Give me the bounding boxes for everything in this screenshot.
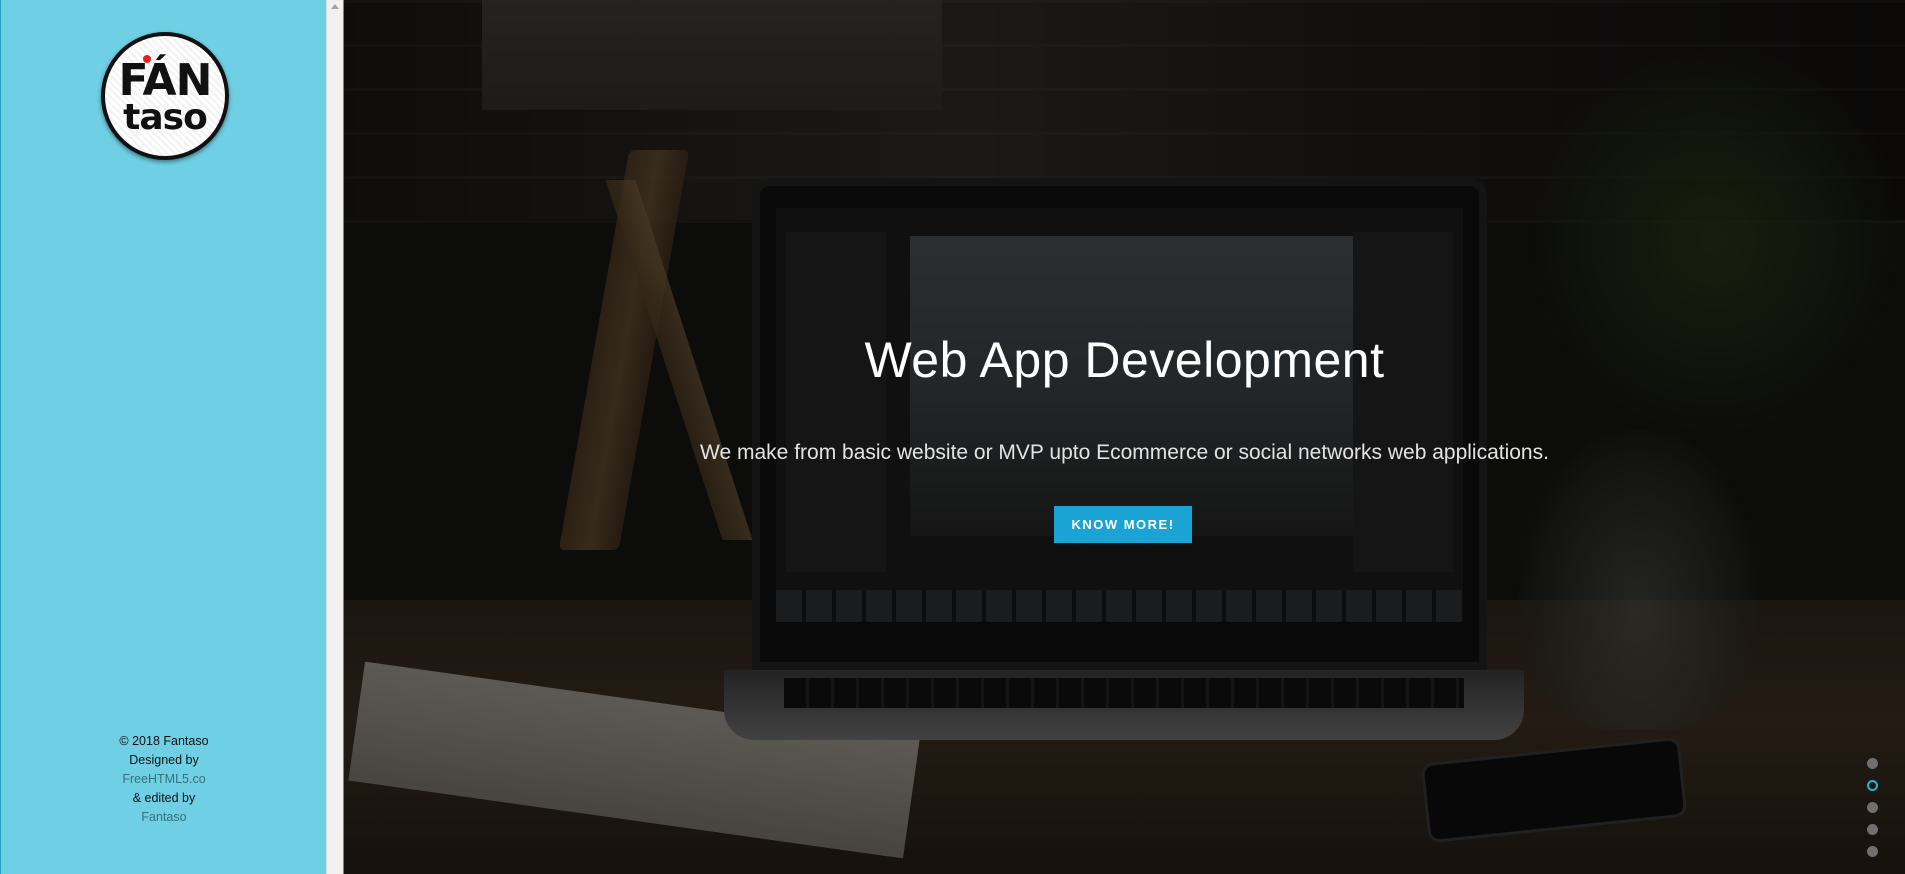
logo-top-label: FÁN xyxy=(118,55,213,106)
hero-dark-overlay xyxy=(344,0,1905,874)
slide-dot-3[interactable] xyxy=(1867,802,1878,813)
slider-pagination xyxy=(1867,758,1881,868)
fantaso-logo[interactable]: FÁN taso xyxy=(101,32,229,160)
slide-dot-5[interactable] xyxy=(1867,846,1878,857)
slide-dot-1[interactable] xyxy=(1867,758,1878,769)
logo-red-dot xyxy=(142,55,151,63)
slide-dot-2-active[interactable] xyxy=(1867,780,1878,791)
sidebar-footer: © 2018 Fantaso Designed by FreeHTML5.co … xyxy=(1,732,327,827)
sidebar: FÁN taso © 2018 Fantaso Designed by Free… xyxy=(0,0,326,874)
know-more-button[interactable]: KNOW MORE! xyxy=(1054,506,1192,543)
page: FÁN taso © 2018 Fantaso Designed by Free… xyxy=(0,0,1905,874)
designer-link[interactable]: FreeHTML5.co xyxy=(1,770,327,789)
logo-top-text: FÁN xyxy=(119,55,212,103)
scroll-up-arrow-icon[interactable] xyxy=(331,4,339,9)
hero-title: Web App Development xyxy=(864,332,1385,388)
sidebar-scrollbar[interactable] xyxy=(326,0,343,874)
editor-link[interactable]: Fantaso xyxy=(1,808,327,827)
logo-bottom-text: taso xyxy=(123,97,208,138)
designed-by-text: Designed by xyxy=(129,753,199,767)
hero-slide: Web App Development We make from basic w… xyxy=(343,0,1905,874)
edited-by-text: & edited by xyxy=(132,791,196,805)
slide-dot-4[interactable] xyxy=(1867,824,1878,835)
hero-subtitle: We make from basic website or MVP upto E… xyxy=(700,441,1549,464)
copyright-text: © 2018 Fantaso xyxy=(119,734,209,748)
